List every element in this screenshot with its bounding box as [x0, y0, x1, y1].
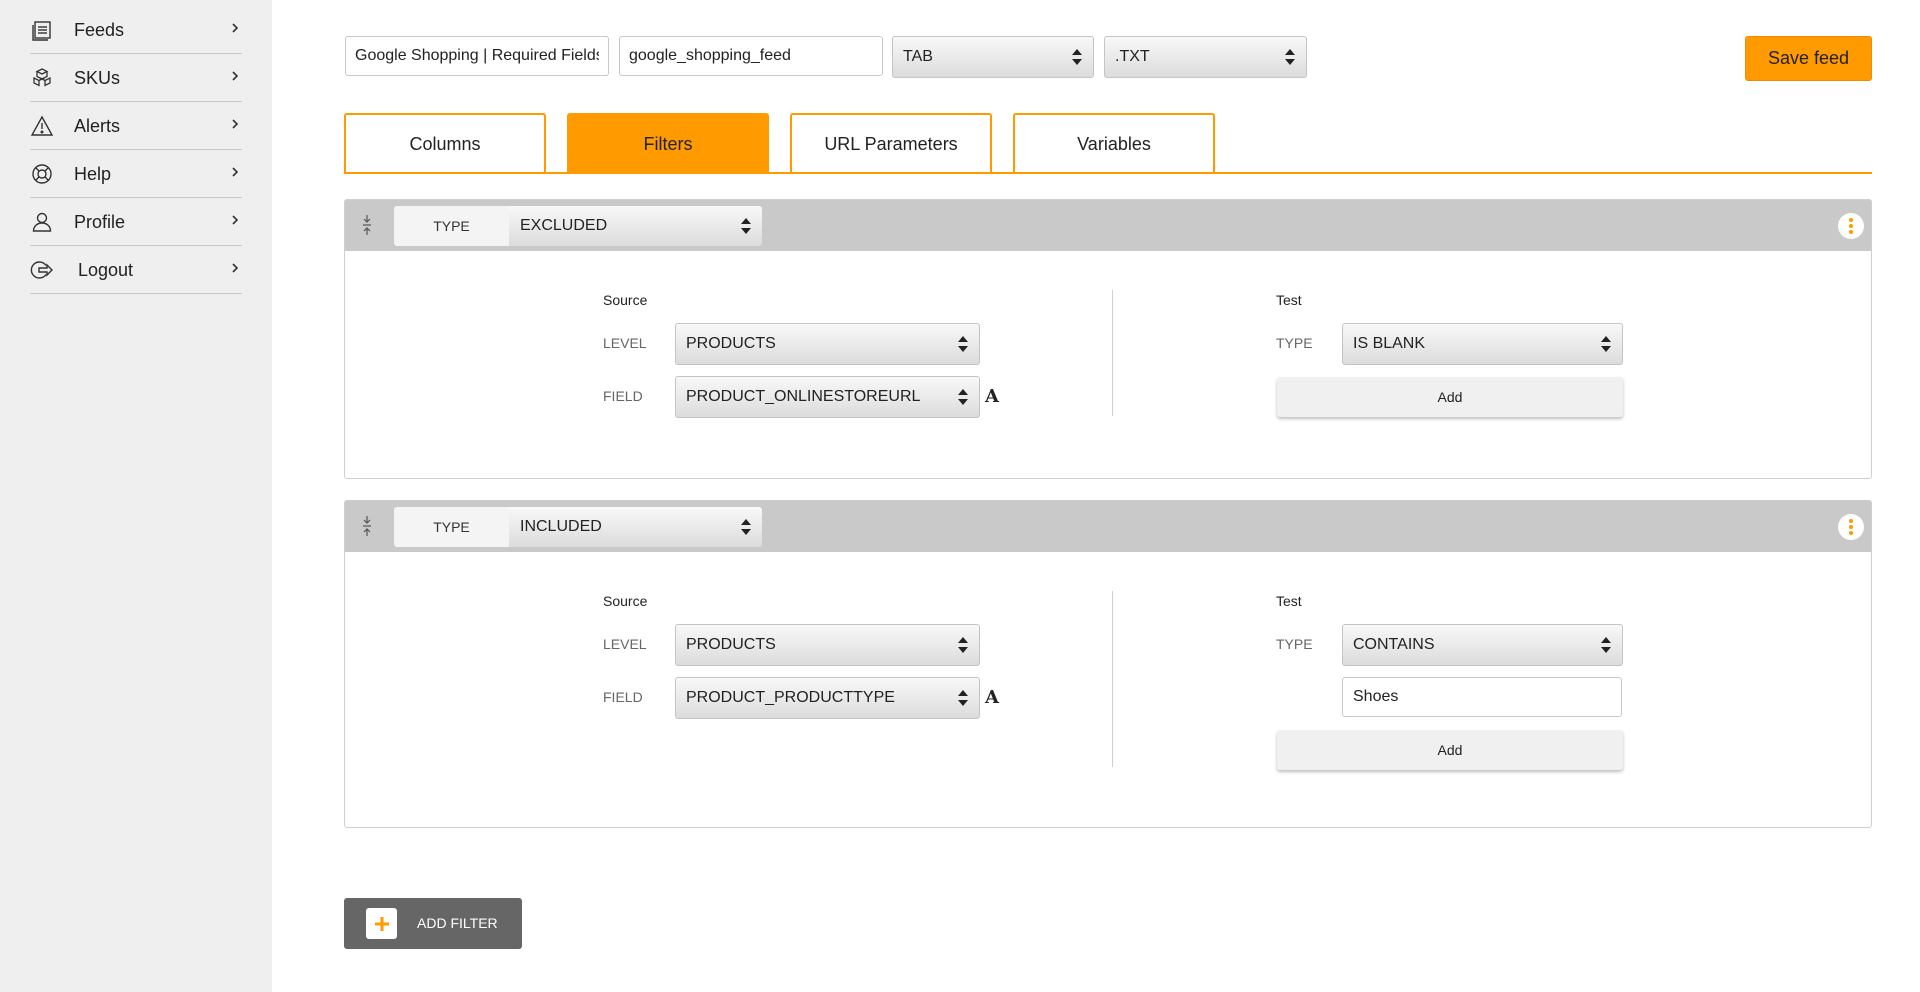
select-arrows-icon: [740, 517, 752, 537]
filter-type-select[interactable]: INCLUDED: [509, 507, 762, 547]
sidebar-item-feeds[interactable]: Feeds: [30, 7, 242, 54]
profile-icon: [30, 210, 54, 234]
chevron-right-icon: [230, 213, 240, 227]
tab-variables[interactable]: Variables: [1013, 113, 1215, 173]
field-value: PRODUCT_ONLINESTOREURL: [686, 388, 921, 405]
select-arrows-icon: [1600, 635, 1612, 655]
tab-url-parameters[interactable]: URL Parameters: [790, 113, 992, 173]
field-select[interactable]: PRODUCT_PRODUCTTYPE: [675, 677, 980, 719]
sidebar-item-profile[interactable]: Profile: [30, 199, 242, 246]
test-title: Test: [1276, 593, 1302, 609]
plus-icon: [366, 908, 397, 939]
sidebar-item-label: Logout: [78, 259, 134, 280]
source-title: Source: [603, 593, 648, 609]
tab-underline: [344, 172, 1872, 174]
select-arrows-icon: [957, 688, 969, 708]
extension-select[interactable]: .TXT: [1104, 36, 1307, 78]
test-type-label: TYPE: [1276, 335, 1313, 351]
field-format-icon[interactable]: A: [985, 386, 999, 407]
filter-type-label: TYPE: [394, 206, 509, 246]
sidebar-item-alerts[interactable]: Alerts: [30, 103, 242, 150]
source-title: Source: [603, 292, 648, 308]
filter-type-label: TYPE: [394, 507, 509, 547]
feed-name-input[interactable]: [345, 36, 609, 76]
chevron-right-icon: [230, 261, 240, 275]
sidebar-item-logout[interactable]: Logout: [30, 247, 242, 294]
more-options-icon[interactable]: [1838, 514, 1864, 540]
select-arrows-icon: [1071, 47, 1083, 67]
drag-handle-icon[interactable]: [359, 514, 375, 538]
add-filter-label: ADD FILTER: [417, 915, 498, 931]
extension-value: .TXT: [1115, 48, 1150, 65]
sidebar-item-help[interactable]: Help: [30, 151, 242, 198]
filter-type-select[interactable]: EXCLUDED: [509, 206, 762, 246]
alert-icon: [30, 114, 54, 138]
test-type-value: IS BLANK: [1353, 335, 1426, 352]
feeds-icon: [30, 18, 54, 42]
field-value: PRODUCT_PRODUCTTYPE: [686, 689, 895, 706]
save-feed-button[interactable]: Save feed: [1745, 36, 1872, 81]
delimiter-value: TAB: [903, 48, 933, 65]
sidebar-item-skus[interactable]: SKUs: [30, 55, 242, 102]
sidebar-item-label: Help: [74, 163, 112, 184]
sidebar-item-label: Profile: [74, 211, 126, 232]
test-type-value: CONTAINS: [1353, 636, 1435, 653]
sidebar: Feeds SKUs Alerts Help Profile Logout: [0, 0, 272, 992]
test-value-input[interactable]: [1342, 677, 1622, 717]
select-arrows-icon: [1284, 47, 1296, 67]
sidebar-item-label: SKUs: [74, 67, 121, 88]
drag-handle-icon[interactable]: [359, 213, 375, 237]
level-label: LEVEL: [603, 335, 647, 351]
feed-filename-input[interactable]: [619, 36, 883, 76]
chevron-right-icon: [230, 21, 240, 35]
sidebar-item-label: Alerts: [74, 115, 121, 136]
field-label: FIELD: [603, 388, 643, 404]
select-arrows-icon: [740, 216, 752, 236]
test-type-select[interactable]: CONTAINS: [1342, 624, 1623, 666]
skus-icon: [30, 66, 54, 90]
level-select[interactable]: PRODUCTS: [675, 624, 980, 666]
chevron-right-icon: [230, 117, 240, 131]
chevron-right-icon: [230, 165, 240, 179]
add-filter-button[interactable]: ADD FILTER: [344, 898, 522, 949]
add-test-button[interactable]: Add: [1277, 730, 1623, 770]
sidebar-item-label: Feeds: [74, 19, 125, 40]
filter-type-value: EXCLUDED: [520, 217, 608, 234]
divider: [1112, 290, 1113, 416]
select-arrows-icon: [957, 334, 969, 354]
tab-columns[interactable]: Columns: [344, 113, 546, 173]
filter-type-value: INCLUDED: [520, 518, 602, 535]
level-value: PRODUCTS: [686, 335, 776, 352]
field-label: FIELD: [603, 689, 643, 705]
tab-filters[interactable]: Filters: [567, 113, 769, 173]
test-title: Test: [1276, 292, 1302, 308]
select-arrows-icon: [1600, 334, 1612, 354]
help-icon: [30, 162, 54, 186]
filter-header: TYPE EXCLUDED: [345, 200, 1871, 251]
field-format-icon[interactable]: A: [985, 687, 999, 708]
chevron-right-icon: [230, 69, 240, 83]
divider: [1112, 591, 1113, 767]
delimiter-select[interactable]: TAB: [892, 36, 1094, 78]
level-value: PRODUCTS: [686, 636, 776, 653]
more-options-icon[interactable]: [1838, 213, 1864, 239]
field-select[interactable]: PRODUCT_ONLINESTOREURL: [675, 376, 980, 418]
test-type-select[interactable]: IS BLANK: [1342, 323, 1623, 365]
filter-block: TYPE EXCLUDED Source LEVEL PRODUCTS FIEL…: [344, 199, 1872, 479]
filter-header: TYPE INCLUDED: [345, 501, 1871, 552]
logout-icon: [30, 258, 54, 282]
level-select[interactable]: PRODUCTS: [675, 323, 980, 365]
level-label: LEVEL: [603, 636, 647, 652]
filter-block: TYPE INCLUDED Source LEVEL PRODUCTS FIEL…: [344, 500, 1872, 828]
add-test-button[interactable]: Add: [1277, 377, 1623, 417]
select-arrows-icon: [957, 387, 969, 407]
select-arrows-icon: [957, 635, 969, 655]
test-type-label: TYPE: [1276, 636, 1313, 652]
